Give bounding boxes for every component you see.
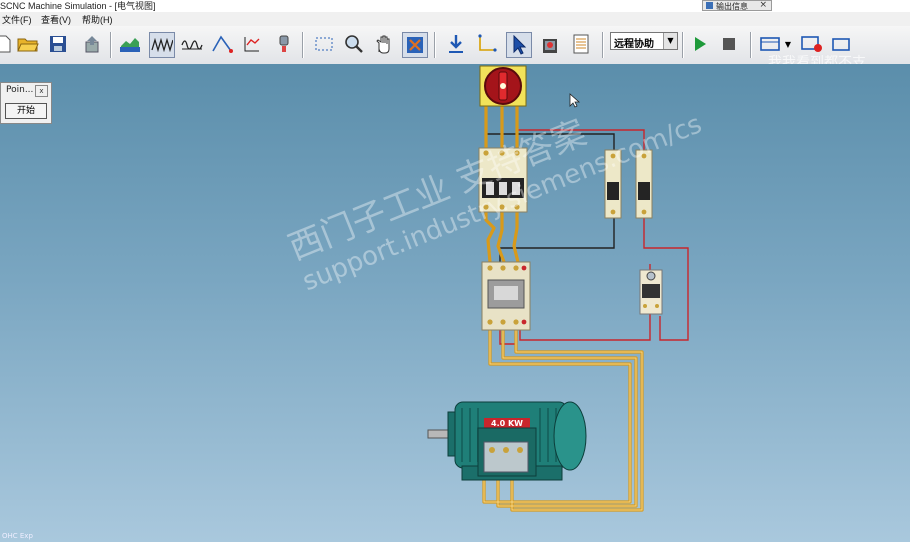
select-rect-icon[interactable]: [312, 32, 336, 56]
pointer-cursor-icon[interactable]: [506, 32, 532, 58]
fit-view-icon[interactable]: [402, 32, 428, 58]
open-folder-icon[interactable]: [16, 32, 40, 56]
toolbar-separator: [302, 32, 304, 58]
toolbar-separator: [602, 32, 604, 58]
push-button-station: [639, 269, 663, 315]
electrical-view-canvas[interactable]: 4.0 KW 西门子工业 支持答案 support.industry.sieme…: [0, 64, 910, 542]
point-panel-close-icon[interactable]: x: [35, 85, 48, 97]
mode-select[interactable]: 远程协助 ▼: [610, 32, 678, 50]
main-disconnect-switch: [479, 65, 527, 107]
waveform-icon[interactable]: [149, 32, 175, 58]
motor: [427, 401, 587, 481]
chart-icon[interactable]: [118, 32, 142, 56]
status-bottom-left: OHC Exp: [2, 532, 33, 540]
start-button[interactable]: 开始: [5, 103, 47, 119]
chevron-down-icon[interactable]: ▼: [663, 33, 677, 49]
new-file-icon[interactable]: [0, 32, 16, 56]
motor-power-label: 4.0 KW: [491, 419, 523, 428]
robot-icon[interactable]: [272, 32, 296, 56]
output-window-close-icon[interactable]: ×: [759, 0, 767, 10]
menu-file[interactable]: 文件(F): [2, 13, 32, 26]
point-panel: Poin... x 开始: [0, 82, 52, 124]
dimension-icon[interactable]: [240, 32, 264, 56]
title-bar: SCNC Machine Simulation - [电气视图]: [0, 0, 910, 12]
output-window-icon: [706, 2, 713, 9]
menu-bar: 文件(F) 查看(V) 帮助(H): [0, 12, 910, 26]
toolbar-separator: [434, 32, 436, 58]
waveform-alt-icon[interactable]: [180, 32, 204, 56]
stop-icon[interactable]: [717, 32, 741, 56]
lock-motor-icon[interactable]: [538, 32, 562, 56]
play-icon[interactable]: [688, 32, 712, 56]
zoom-icon[interactable]: [342, 32, 366, 56]
output-window-tab[interactable]: 输出信息 ×: [702, 0, 772, 11]
point-panel-title: Poin...: [6, 85, 34, 95]
toolbar-separator: [750, 32, 752, 58]
download-arrow-icon[interactable]: [444, 32, 468, 56]
angle-measure-icon[interactable]: [210, 32, 234, 56]
window-title: SCNC Machine Simulation - [电气视图]: [0, 1, 156, 11]
save-icon[interactable]: [46, 32, 70, 56]
axis-icon[interactable]: [474, 32, 498, 56]
circuit-diagram: 4.0 KW: [427, 65, 689, 512]
export-icon[interactable]: [80, 32, 104, 56]
contactor: [481, 261, 531, 331]
document-list-icon[interactable]: [569, 32, 593, 56]
toolbar-separator: [110, 32, 112, 58]
mode-select-value: 远程协助: [614, 39, 654, 50]
toolbar: 远程协助 ▼ ▼ 我我看到都不支: [0, 26, 910, 71]
menu-view[interactable]: 查看(V): [41, 13, 71, 26]
output-window-title: 输出信息: [716, 2, 748, 11]
toolbar-separator: [682, 32, 684, 58]
pan-hand-icon[interactable]: [372, 32, 396, 56]
menu-help[interactable]: 帮助(H): [82, 13, 113, 26]
